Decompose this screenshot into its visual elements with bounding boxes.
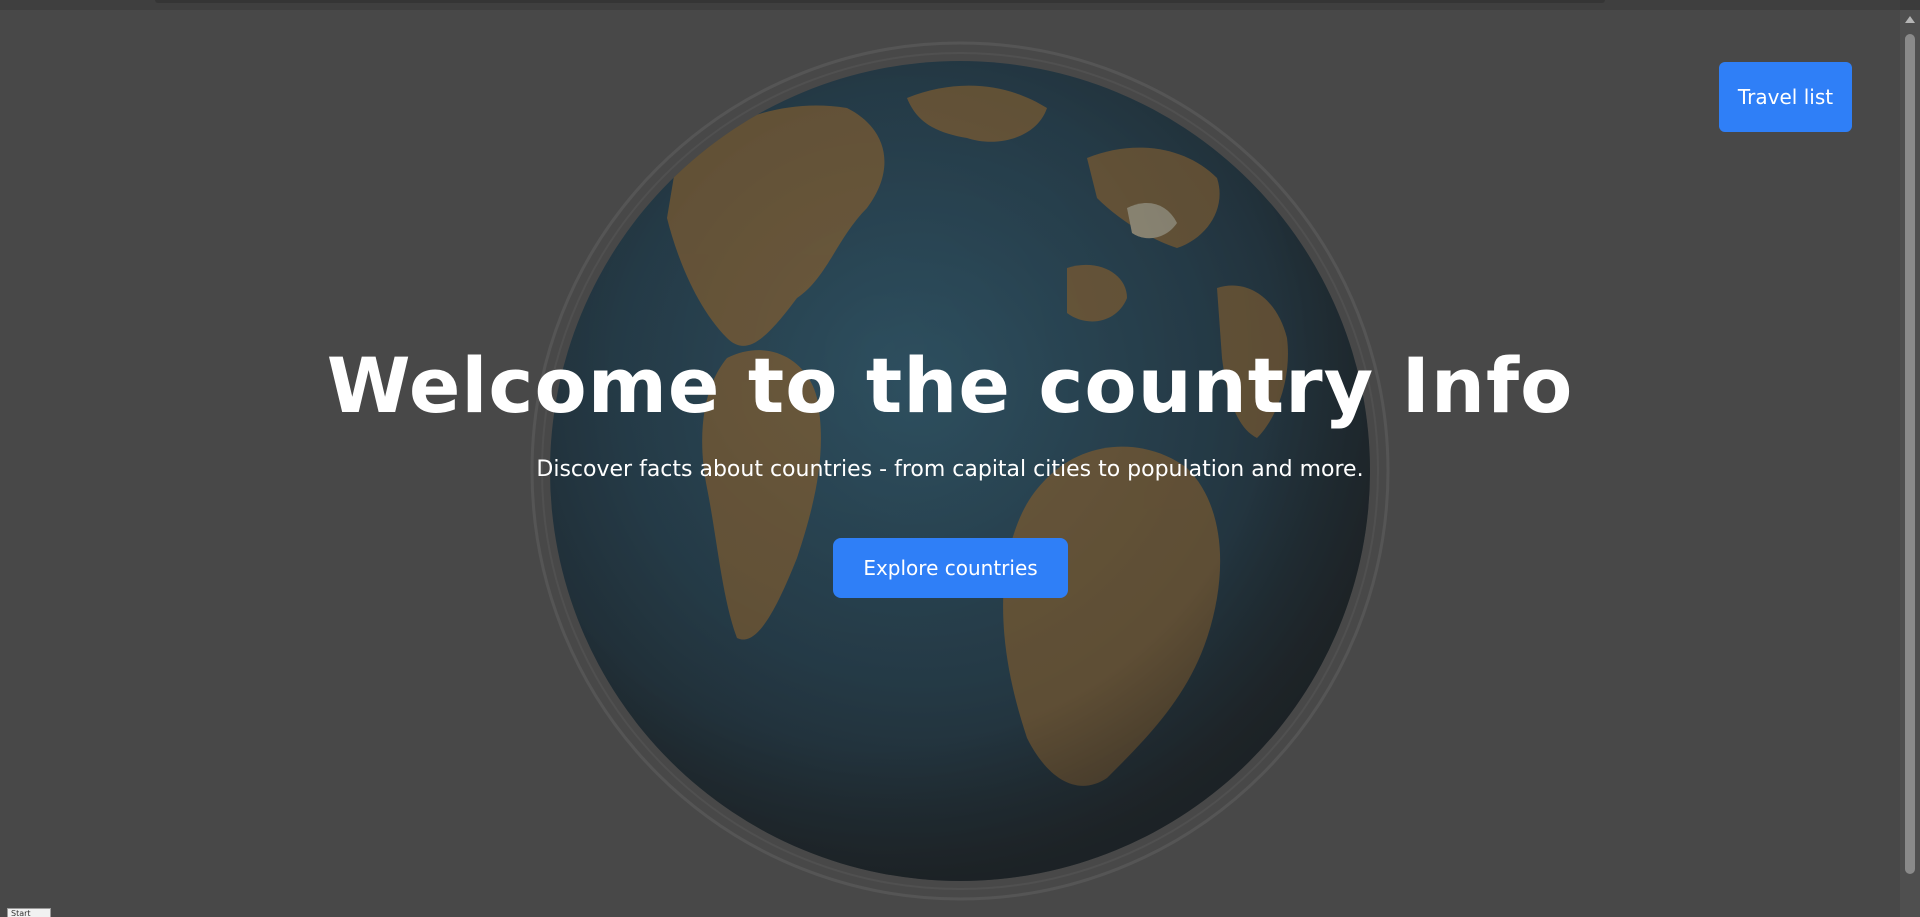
scroll-up-arrow-icon[interactable] [1905,16,1915,23]
scroll-thumb[interactable] [1905,34,1915,874]
travel-list-button[interactable]: Travel list [1719,62,1852,132]
hero-subtitle: Discover facts about countries - from ca… [536,457,1364,482]
explore-countries-button[interactable]: Explore countries [833,538,1068,598]
hero-section: Welcome to the country Info Discover fac… [0,0,1900,917]
corner-widget[interactable]: Start [7,908,51,917]
hero-title: Welcome to the country Info [326,341,1574,430]
vertical-scrollbar[interactable] [1900,10,1920,917]
app-viewport: Welcome to the country Info Discover fac… [0,0,1920,917]
